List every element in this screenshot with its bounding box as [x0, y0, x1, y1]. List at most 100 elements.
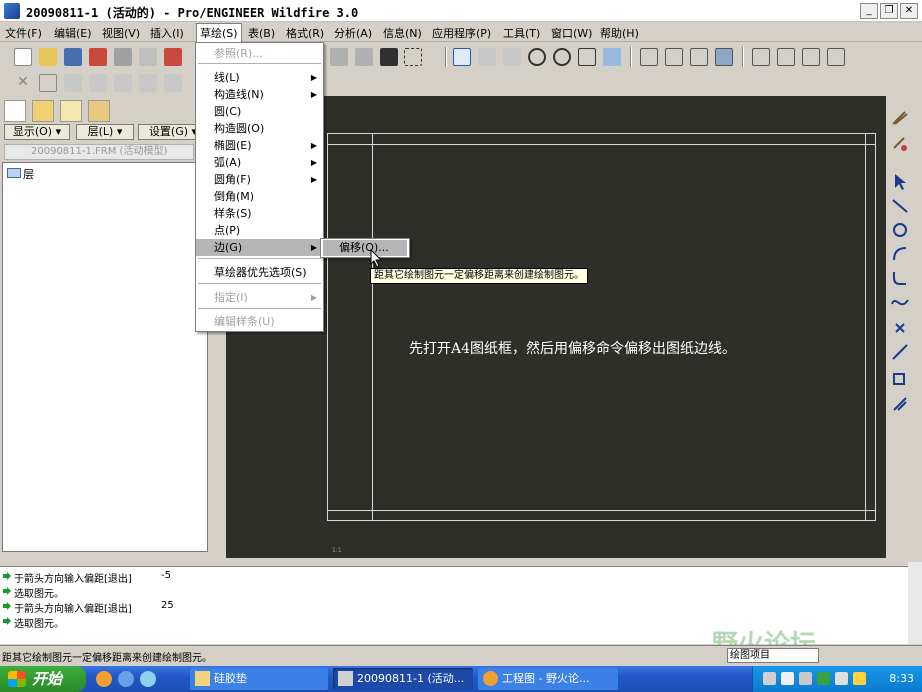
menu-info[interactable]: 信息(N) [383, 25, 422, 41]
spin-center-icon[interactable] [478, 48, 496, 66]
graphics-window[interactable]: 先打开A4图纸框，然后用偏移命令偏移出图纸边线。 1:1 [226, 96, 886, 558]
table-icon[interactable] [89, 74, 107, 92]
delete-icon[interactable]: ✕ [14, 74, 32, 92]
menu-item-offset[interactable]: 偏移(O)... [323, 240, 407, 256]
help-icon[interactable] [781, 672, 794, 685]
arc-tool-icon[interactable] [890, 244, 914, 266]
antivirus-icon[interactable] [817, 672, 830, 685]
network-icon[interactable] [799, 672, 812, 685]
menu-item-spline[interactable]: 样条(S) [196, 205, 323, 222]
history-tab-icon[interactable] [88, 100, 110, 122]
tray-icon[interactable] [763, 672, 776, 685]
hidden-line-icon[interactable] [665, 48, 683, 66]
layer-icon[interactable] [164, 74, 182, 92]
spline-tool-icon[interactable] [890, 292, 914, 314]
menu-item-line[interactable]: 线(L) ▶ [196, 69, 323, 86]
menu-file[interactable]: 文件(F) [5, 25, 42, 41]
menu-view[interactable]: 视图(V) [102, 25, 140, 41]
minimize-button[interactable]: _ [860, 3, 878, 19]
message-scrollbar[interactable] [908, 562, 922, 644]
open-folder-icon[interactable] [39, 48, 57, 66]
symbol-icon[interactable] [139, 74, 157, 92]
grid-icon[interactable] [330, 48, 348, 66]
menu-table[interactable]: 表(B) [248, 25, 275, 41]
menu-item-construction-circle[interactable]: 构造圆(O) [196, 120, 323, 137]
regenerate-icon[interactable] [39, 74, 57, 92]
menu-format[interactable]: 格式(R) [286, 25, 324, 41]
menu-item-arc[interactable]: 弧(A) ▶ [196, 154, 323, 171]
datum-point-icon[interactable] [802, 48, 820, 66]
find-icon[interactable] [380, 48, 398, 66]
menu-window[interactable]: 窗口(W) [551, 25, 592, 41]
menu-item-sketcher-preferences[interactable]: 草绘器优先选项(S) [196, 264, 323, 281]
circle-tool-icon[interactable] [890, 220, 914, 242]
close-button[interactable]: ✕ [900, 3, 918, 19]
shading-icon[interactable] [715, 48, 733, 66]
start-button[interactable]: 开始 [0, 666, 86, 692]
datum-plane-icon[interactable] [752, 48, 770, 66]
layer-dropdown[interactable]: 层(L) ▾ [76, 124, 134, 140]
volume-icon[interactable] [835, 672, 848, 685]
use-edge-icon[interactable] [890, 342, 914, 364]
print-icon[interactable] [114, 48, 132, 66]
quicklaunch-icon[interactable] [140, 671, 156, 687]
repaint-icon[interactable] [453, 48, 471, 66]
taskbar-item[interactable]: 工程图 - 野火论... [478, 668, 618, 690]
menu-item-point[interactable]: 点(P) [196, 222, 323, 239]
zoom-in-icon[interactable] [528, 48, 546, 66]
folder-browser-tab-icon[interactable] [32, 100, 54, 122]
menu-help[interactable]: 帮助(H) [600, 25, 639, 41]
firefox-icon[interactable] [96, 671, 112, 687]
zoom-out-icon[interactable] [553, 48, 571, 66]
new-file-icon[interactable] [14, 48, 32, 66]
view-orient-icon[interactable] [603, 48, 621, 66]
menu-edit[interactable]: 编辑(E) [54, 25, 92, 41]
model-path[interactable]: 20090811-1.FRM (活动模型) [4, 144, 194, 160]
orient-icon[interactable] [503, 48, 521, 66]
menu-tools[interactable]: 工具(T) [503, 25, 540, 41]
point-tool-icon[interactable] [890, 318, 914, 340]
selection-filter[interactable]: 绘图项目 [727, 648, 819, 663]
modify-tool-icon[interactable] [890, 394, 914, 416]
coord-sys-icon[interactable] [827, 48, 845, 66]
menu-item-ellipse[interactable]: 椭圆(E) ▶ [196, 137, 323, 154]
select-box-icon[interactable] [404, 48, 422, 66]
refit-icon[interactable] [578, 48, 596, 66]
pdf-icon[interactable] [89, 48, 107, 66]
save-icon[interactable] [64, 48, 82, 66]
menu-sketch[interactable]: 草绘(S) [196, 23, 242, 43]
mail-icon[interactable] [139, 48, 157, 66]
taskbar-item[interactable]: 硅胶垫 [190, 668, 328, 690]
menu-item-fillet[interactable]: 圆角(F) ▶ [196, 171, 323, 188]
select-arrow-icon[interactable] [890, 172, 914, 194]
no-hidden-icon[interactable] [690, 48, 708, 66]
security-icon[interactable] [853, 672, 866, 685]
layout-icon[interactable] [355, 48, 373, 66]
menu-analysis[interactable]: 分析(A) [334, 25, 372, 41]
ie-icon[interactable] [118, 671, 134, 687]
dimension-tool-icon[interactable] [890, 368, 914, 390]
menu-item-chamfer[interactable]: 倒角(M) [196, 188, 323, 205]
menu-item-references[interactable]: 参照(R)... [196, 45, 323, 62]
taskbar-item-active[interactable]: 20090811-1 (活动... [333, 668, 473, 690]
datum-axis-icon[interactable] [777, 48, 795, 66]
menu-insert[interactable]: 插入(I) [150, 25, 184, 41]
export-icon[interactable] [164, 48, 182, 66]
sketch-tool-icon[interactable] [890, 108, 914, 130]
note-icon[interactable] [114, 74, 132, 92]
link-icon[interactable] [64, 74, 82, 92]
menu-applications[interactable]: 应用程序(P) [432, 25, 491, 41]
wireframe-icon[interactable] [640, 48, 658, 66]
menu-item-circle[interactable]: 圆(C) [196, 103, 323, 120]
favorites-tab-icon[interactable] [60, 100, 82, 122]
menu-item-specify[interactable]: 指定(I) ▶ [196, 289, 323, 306]
line-tool-icon[interactable] [890, 196, 914, 218]
layer-tree-tab-icon[interactable] [4, 100, 26, 122]
tree-item-layers[interactable]: 层 [23, 166, 34, 182]
menu-item-construction-line[interactable]: 构造线(N) ▶ [196, 86, 323, 103]
restore-button[interactable]: ❐ [880, 3, 898, 19]
show-dropdown[interactable]: 显示(O) ▾ [4, 124, 70, 140]
menu-item-edit-spline[interactable]: 编辑样条(U) [196, 313, 323, 330]
fillet-tool-icon[interactable] [890, 268, 914, 290]
sketch-tool-icon[interactable] [890, 134, 914, 156]
